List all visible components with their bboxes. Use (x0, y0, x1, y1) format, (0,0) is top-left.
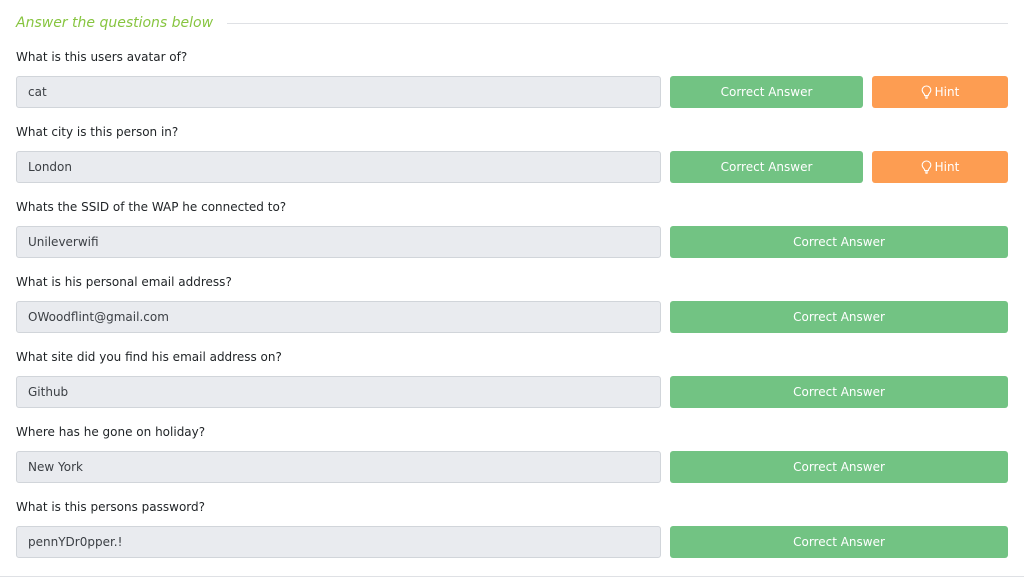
question-text: What city is this person in? (16, 125, 179, 139)
correct-answer-label: Correct Answer (793, 310, 885, 324)
hint-button[interactable]: Hint (872, 151, 1008, 183)
question-item: What is his personal email address? Corre… (16, 273, 1008, 348)
question-item: What is this users avatar of? Correct Ans… (16, 48, 1008, 123)
answer-input[interactable] (16, 151, 661, 183)
correct-answer-label: Correct Answer (793, 460, 885, 474)
correct-answer-label: Correct Answer (793, 235, 885, 249)
hint-label: Hint (934, 85, 960, 99)
correct-answer-button[interactable]: Correct Answer (670, 301, 1008, 333)
correct-answer-label: Correct Answer (793, 535, 885, 549)
question-text: What site did you find his email address… (16, 350, 282, 364)
section-header: Answer the questions below (16, 12, 1008, 34)
question-item: Where has he gone on holiday? Correct Ans… (16, 423, 1008, 498)
correct-answer-label: Correct Answer (720, 85, 813, 99)
correct-answer-label: Correct Answer (720, 160, 813, 174)
hint-label: Hint (934, 160, 960, 174)
hint-button[interactable]: Hint (872, 76, 1008, 108)
answer-input[interactable] (16, 451, 661, 483)
answer-input[interactable] (16, 376, 661, 408)
question-text: What is this persons password? (16, 500, 205, 514)
correct-answer-button[interactable]: Correct Answer (670, 526, 1008, 558)
question-text: Whats the SSID of the WAP he connected t… (16, 200, 287, 214)
correct-answer-label: Correct Answer (793, 385, 885, 399)
lightbulb-icon (921, 160, 932, 174)
answer-input[interactable] (16, 526, 661, 558)
correct-answer-button[interactable]: Correct Answer (670, 76, 863, 108)
question-item: What site did you find his email address… (16, 348, 1008, 423)
question-item: What city is this person in? Correct Answ… (16, 123, 1008, 198)
section-title: Answer the questions below (16, 15, 214, 31)
question-item: Whats the SSID of the WAP he connected t… (16, 198, 1008, 273)
bottom-divider (0, 576, 1024, 577)
correct-answer-button[interactable]: Correct Answer (670, 151, 863, 183)
section-divider (227, 22, 1008, 24)
correct-answer-button[interactable]: Correct Answer (670, 451, 1008, 483)
answer-input[interactable] (16, 301, 661, 333)
question-text: Where has he gone on holiday? (16, 425, 206, 439)
correct-answer-button[interactable]: Correct Answer (670, 226, 1008, 258)
lightbulb-icon (921, 85, 932, 99)
answer-input[interactable] (16, 226, 661, 258)
answer-input[interactable] (16, 76, 661, 108)
question-text: What is his personal email address? (16, 275, 232, 289)
question-item: What is this persons password? Correct An… (16, 498, 1008, 573)
question-text: What is this users avatar of? (16, 50, 188, 64)
correct-answer-button[interactable]: Correct Answer (670, 376, 1008, 408)
